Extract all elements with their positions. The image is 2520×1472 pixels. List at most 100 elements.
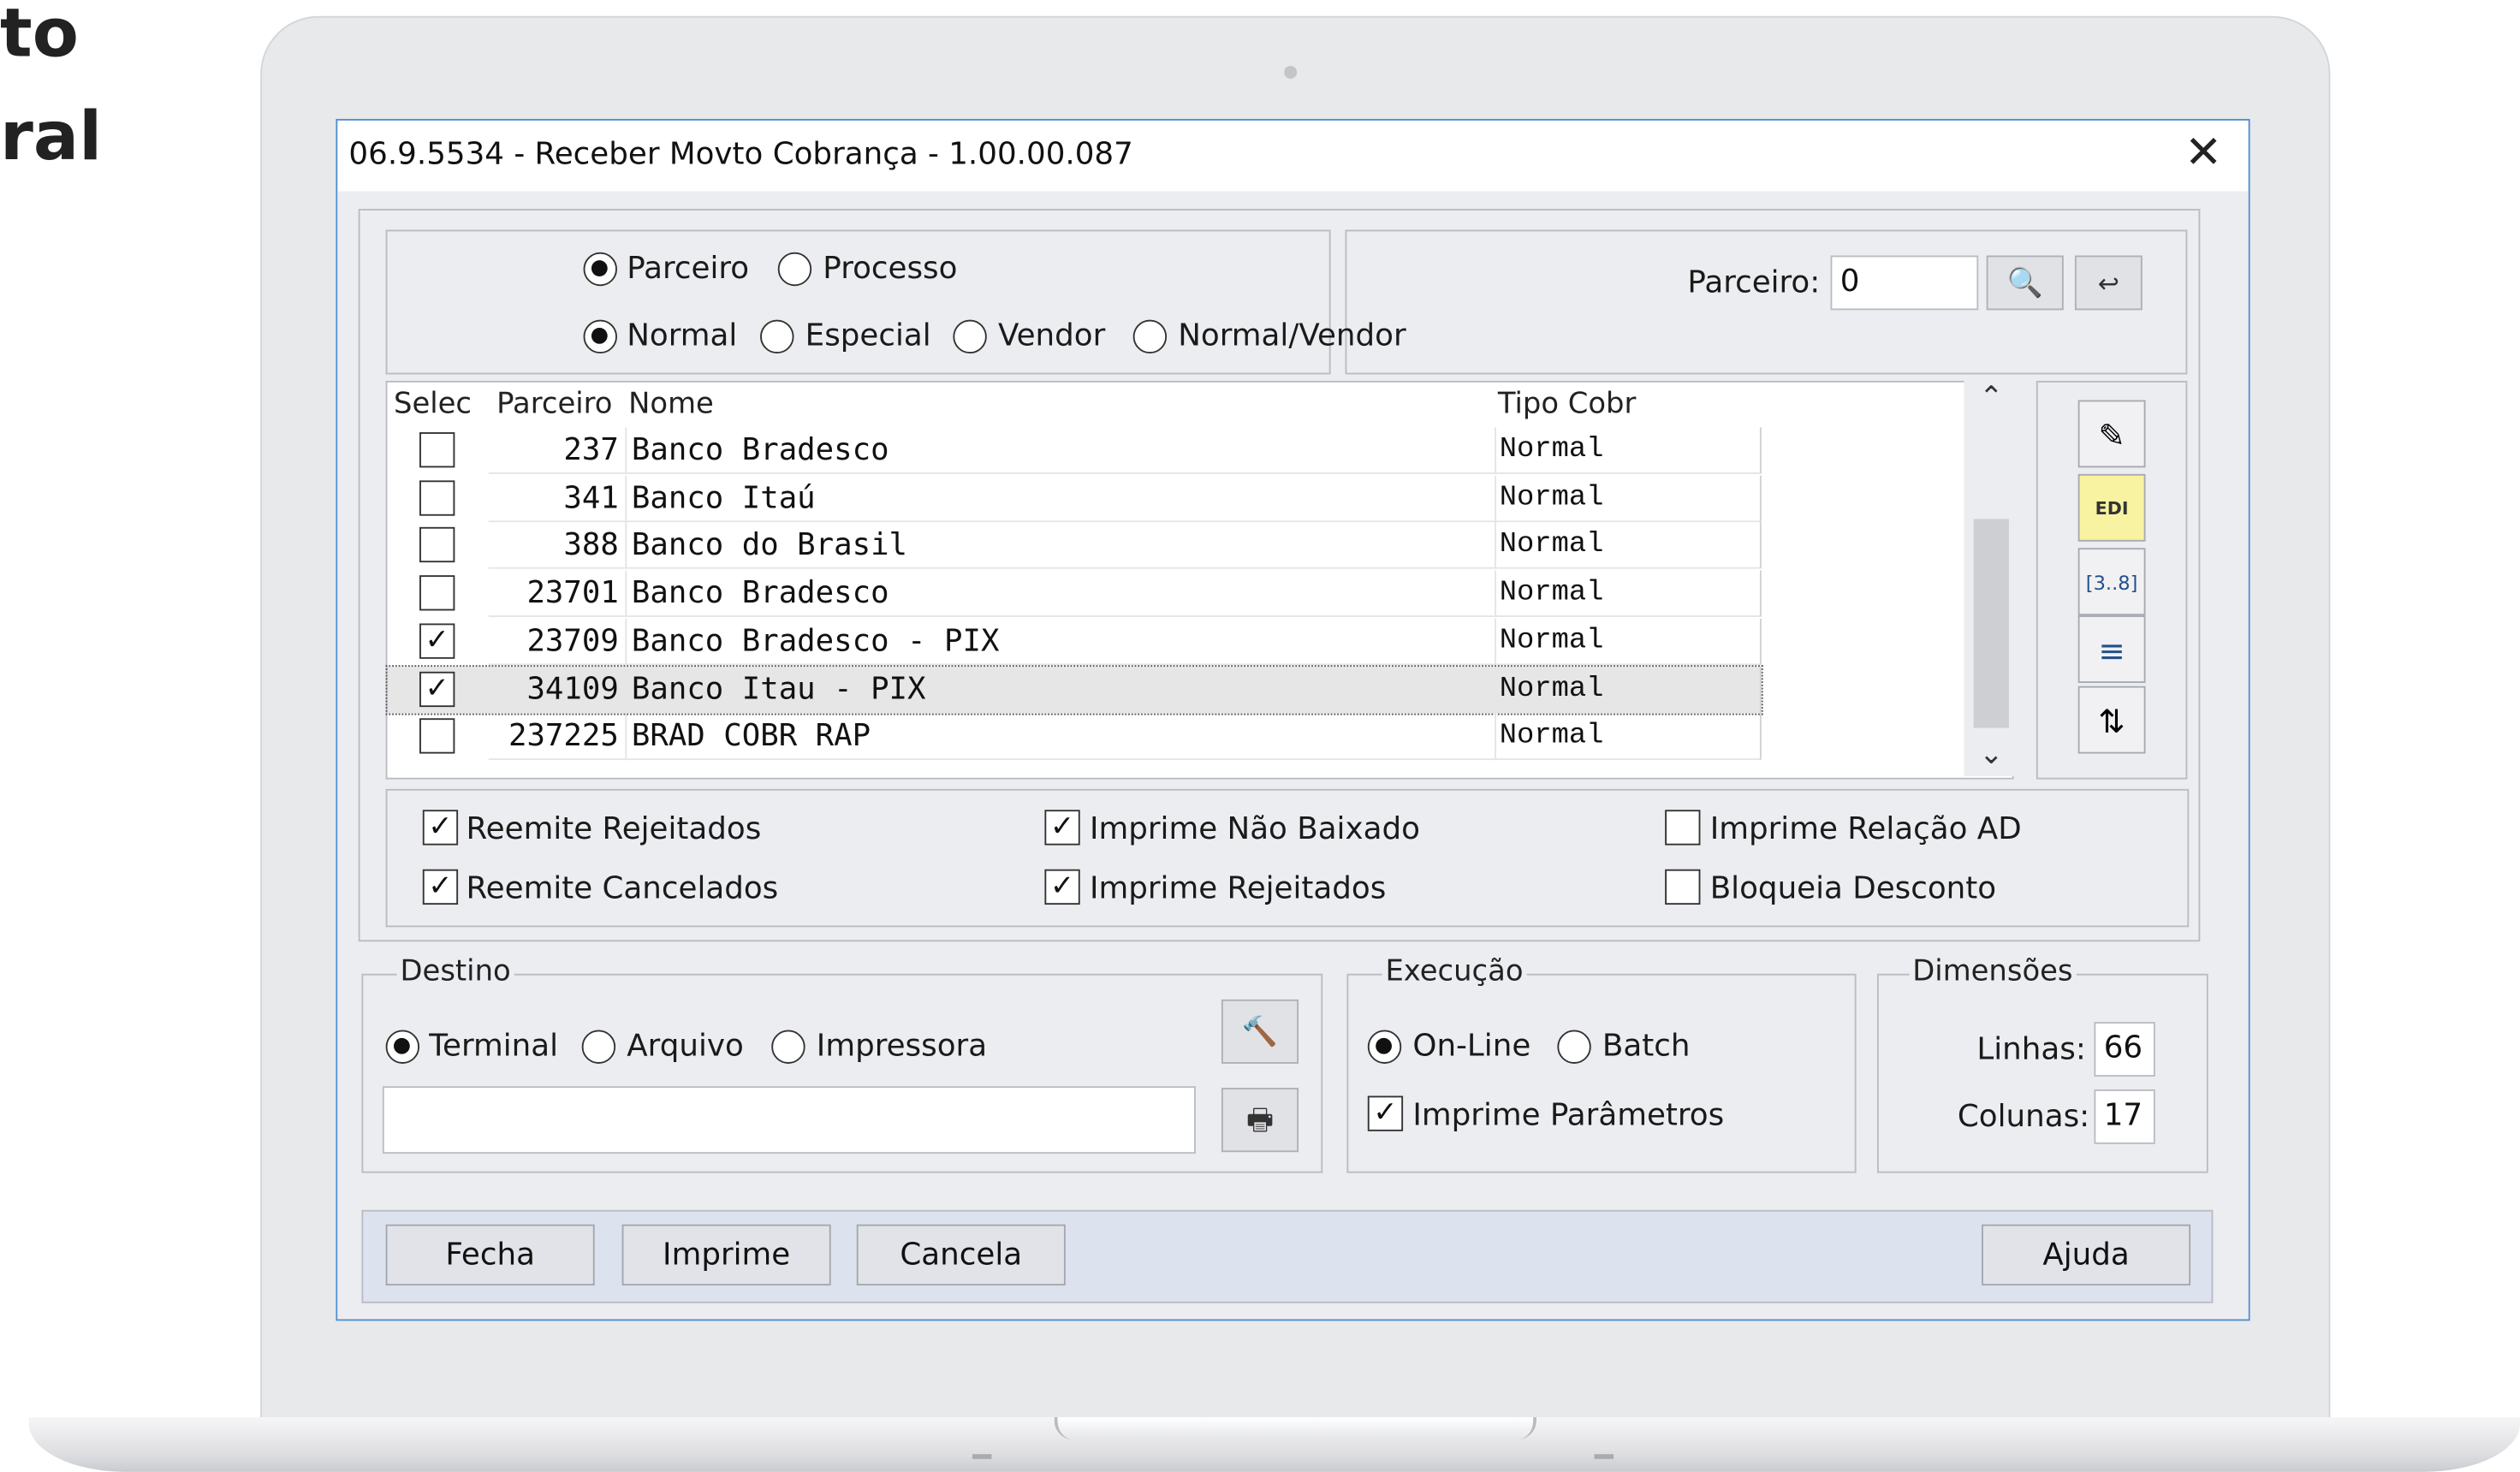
dialog-window: 06.9.5534 - Receber Movto Cobrança - 1.0… [336, 118, 2250, 1321]
imprime-nao-baixado-checkbox[interactable]: ✓ [1044, 810, 1080, 846]
colunas-label: Colunas: [1957, 1099, 2090, 1135]
sequence-icon[interactable]: [3..8] [2077, 548, 2146, 616]
cell-parceiro: 388 [488, 522, 627, 570]
row-select-checkbox[interactable] [419, 479, 455, 516]
cell-parceiro: 34109 [488, 666, 627, 713]
radio-parceiro[interactable] [583, 252, 617, 287]
radio-batch-label: Batch [1602, 1028, 1691, 1064]
grid-scrollbar[interactable]: ⌃ ⌄ [1964, 380, 2016, 776]
cell-nome: Banco do Brasil [627, 522, 1496, 570]
cell-tipo: Normal [1496, 666, 1762, 713]
parceiro-input[interactable]: 0 [1830, 255, 1979, 311]
imprime-button[interactable]: Imprime [621, 1224, 831, 1286]
cell-tipo: Normal [1496, 713, 1762, 761]
edi-file-icon[interactable]: EDI [2077, 473, 2146, 542]
radio-terminal[interactable] [385, 1030, 420, 1064]
table-row[interactable]: 341 Banco Itaú Normal [387, 475, 1762, 522]
radio-normal-label: Normal [627, 318, 738, 354]
radio-normal-vendor-label: Normal/Vendor [1178, 318, 1406, 354]
radio-arquivo-label: Arquivo [627, 1028, 744, 1064]
laptop-foot [1594, 1454, 1614, 1459]
reemite-rejeitados-label: Reemite Rejeitados [466, 811, 762, 847]
table-row[interactable]: 388 Banco do Brasil Normal [387, 522, 1762, 570]
radio-batch[interactable] [1557, 1030, 1591, 1064]
cell-parceiro: 23709 [488, 618, 627, 665]
fecha-button[interactable]: Fecha [385, 1224, 595, 1286]
radio-processo[interactable] [777, 252, 812, 287]
destino-file-input[interactable] [382, 1086, 1196, 1154]
imprime-parametros-label: Imprime Parâmetros [1412, 1097, 1725, 1133]
scroll-up-icon[interactable]: ⌃ [1974, 381, 2009, 414]
scroll-down-icon[interactable]: ⌄ [1974, 738, 2009, 771]
row-select-checkbox[interactable]: ✓ [419, 623, 455, 659]
tools-icon[interactable]: 🔨 [1221, 999, 1299, 1064]
row-select-checkbox[interactable]: ✓ [419, 670, 455, 707]
column-header-parceiro[interactable]: Parceiro [496, 387, 612, 422]
table-row[interactable]: ✓ 34109 Banco Itau - PIX Normal [385, 664, 1763, 715]
close-icon[interactable]: ✕ [2183, 129, 2225, 175]
cell-parceiro: 23701 [488, 570, 627, 618]
deselect-all-icon[interactable]: ⇅ [2077, 686, 2146, 754]
radio-terminal-label: Terminal [429, 1028, 559, 1064]
table-row[interactable]: ✓ 23709 Banco Bradesco - PIX Normal [387, 618, 1762, 665]
radio-vendor-label: Vendor [997, 318, 1106, 354]
cancela-button[interactable]: Cancela [856, 1224, 1066, 1286]
imprime-relacao-ad-checkbox[interactable] [1665, 810, 1701, 846]
cell-tipo: Normal [1496, 522, 1762, 570]
cell-nome: Banco Itau - PIX [627, 666, 1496, 713]
laptop-notch [1054, 1417, 1536, 1440]
execucao-legend: Execução [1382, 955, 1527, 988]
select-all-icon[interactable]: ≡ [2077, 615, 2146, 683]
column-header-nome[interactable]: Nome [628, 387, 714, 422]
row-select-checkbox[interactable] [419, 527, 455, 563]
edit-pencil-icon[interactable]: ✎ [2077, 400, 2146, 468]
imprime-relacao-ad-label: Imprime Relação AD [1709, 811, 2022, 847]
linhas-label: Linhas: [1976, 1031, 2086, 1067]
scroll-thumb[interactable] [1973, 519, 2009, 728]
linhas-input[interactable]: 66 [2094, 1022, 2155, 1077]
radio-normal[interactable] [583, 319, 617, 354]
back-icon[interactable]: ↩ [2074, 255, 2143, 311]
printer-icon[interactable]: 🖶 [1221, 1088, 1299, 1153]
row-select-checkbox[interactable] [419, 575, 455, 611]
cell-tipo: Normal [1496, 570, 1762, 618]
table-row[interactable]: 23701 Banco Bradesco Normal [387, 570, 1762, 618]
colunas-input[interactable]: 17 [2094, 1089, 2155, 1144]
column-header-tipo[interactable]: Tipo Cobr [1498, 387, 1636, 422]
laptop-camera [1284, 65, 1298, 79]
cell-nome: Banco Itaú [627, 475, 1496, 522]
imprime-rejeitados-checkbox[interactable]: ✓ [1044, 869, 1080, 905]
radio-arquivo[interactable] [581, 1030, 616, 1064]
row-select-checkbox[interactable] [419, 432, 455, 468]
reemite-rejeitados-checkbox[interactable]: ✓ [422, 810, 459, 846]
laptop-foot [972, 1454, 992, 1459]
radio-parceiro-label: Parceiro [627, 250, 750, 287]
table-row[interactable]: 237 Banco Bradesco Normal [387, 427, 1762, 474]
cell-tipo: Normal [1496, 475, 1762, 522]
reemite-cancelados-label: Reemite Cancelados [466, 870, 779, 906]
radio-vendor[interactable] [953, 319, 987, 354]
execucao-group [1346, 973, 1857, 1173]
ajuda-button[interactable]: Ajuda [1982, 1224, 2191, 1286]
radio-online[interactable] [1367, 1030, 1402, 1064]
parceiro-label: Parceiro: [1687, 264, 1821, 301]
radio-especial[interactable] [760, 319, 794, 354]
options-group [385, 788, 2190, 928]
bloqueia-desconto-checkbox[interactable] [1665, 869, 1701, 905]
cell-parceiro: 237 [488, 427, 627, 474]
cell-nome: Banco Bradesco [627, 427, 1496, 474]
search-icon[interactable]: 🔍 [1986, 255, 2064, 311]
radio-normal-vendor[interactable] [1132, 319, 1168, 354]
column-header-selec[interactable]: Selec [394, 387, 472, 422]
radio-processo-label: Processo [823, 250, 958, 287]
destino-legend: Destino [396, 955, 514, 988]
imprime-parametros-checkbox[interactable]: ✓ [1367, 1095, 1404, 1131]
page-text-line1: to [0, 0, 79, 73]
cell-parceiro: 341 [488, 475, 627, 522]
imprime-nao-baixado-label: Imprime Não Baixado [1089, 811, 1420, 847]
bloqueia-desconto-label: Bloqueia Desconto [1709, 870, 1997, 906]
table-row[interactable]: 237225 BRAD COBR RAP Normal [387, 713, 1762, 761]
row-select-checkbox[interactable] [419, 718, 455, 754]
reemite-cancelados-checkbox[interactable]: ✓ [422, 869, 459, 905]
radio-impressora[interactable] [771, 1030, 805, 1064]
